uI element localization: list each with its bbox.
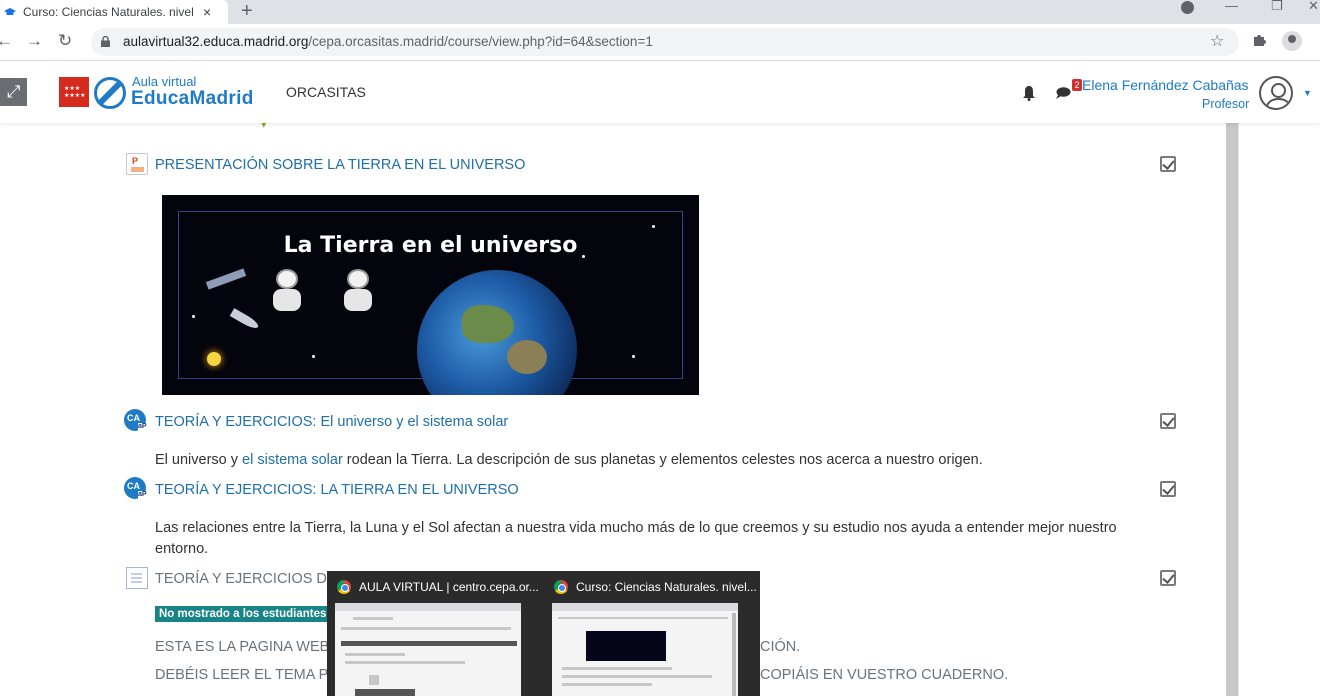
expand-icon[interactable]: ⤢ — [0, 78, 27, 106]
browser-account-icon[interactable] — [1282, 31, 1302, 51]
thumb-line — [345, 653, 405, 656]
user-name[interactable]: Elena Fernández Cabañas — [1082, 77, 1249, 93]
preview-title: AULA VIRTUAL | centro.cepa.or... — [359, 580, 539, 594]
cap-activity-icon: CA aP — [124, 477, 147, 499]
educamadrid-globe-logo — [94, 77, 126, 109]
url-host: aulavirtual32.educa.madrid.org — [123, 34, 309, 49]
desc-text: rodean la Tierra. La descripción de sus … — [342, 452, 983, 468]
completion-checkbox[interactable] — [1160, 156, 1176, 172]
browser-tab-strip: Curso: Ciencias Naturales. nivel I × + —… — [0, 0, 1320, 24]
puzzle-extensions-icon[interactable] — [1251, 32, 1267, 48]
activity-link-universo-sistema-solar[interactable]: TEORÍA Y EJERCICIOS: El universo y el si… — [155, 414, 508, 430]
astronaut-illustration — [338, 269, 378, 313]
taskbar-preview-window[interactable]: AULA VIRTUAL | centro.cepa.or... — [327, 571, 539, 696]
completion-checkbox[interactable] — [1160, 413, 1176, 429]
earth-land-mass — [507, 340, 547, 374]
logo-subtitle: Aula virtual — [132, 74, 197, 89]
thumb-bar — [335, 603, 521, 611]
preview-header: AULA VIRTUAL | centro.cepa.or... — [337, 580, 539, 594]
lock-icon — [101, 36, 110, 47]
message-count-badge: 2 — [1072, 79, 1082, 91]
banner-image-tierra-universo: La Tierra en el universo — [162, 195, 699, 395]
cap-activity-icon: CA aP — [124, 409, 147, 431]
preview-header: Curso: Ciencias Naturales. nivel... — [554, 580, 757, 594]
page-content-text: DEBÉIS LEER EL TEMA PO — [155, 667, 340, 683]
reload-button[interactable]: ↻ — [58, 32, 72, 50]
page-content-text: ESTA ES LA PAGINA WEB D — [155, 639, 344, 655]
user-menu-caret-icon[interactable]: ▼ — [1303, 88, 1312, 98]
logo-title[interactable]: EducaMadrid — [131, 88, 254, 110]
thumb-image — [586, 631, 666, 661]
preview-thumbnail — [335, 603, 521, 696]
thumb-bar — [552, 603, 738, 611]
site-name-link[interactable]: ORCASITAS — [286, 84, 366, 100]
browser-tab-active[interactable]: Curso: Ciencias Naturales. nivel I × — [0, 0, 228, 24]
thumb-line — [562, 675, 712, 678]
astronaut-illustration — [267, 269, 307, 313]
chrome-icon — [554, 580, 568, 594]
address-bar[interactable]: aulavirtual32.educa.madrid.org/cepa.orca… — [91, 28, 1239, 56]
graduation-cap-icon — [4, 8, 16, 15]
desc-text: El universo y — [155, 452, 243, 468]
activity-description: El universo y el sistema solar rodean la… — [155, 450, 983, 471]
browser-toolbar: ← → ↻ aulavirtual32.educa.madrid.org/cep… — [0, 24, 1320, 61]
activity-link-hidden[interactable]: TEORÍA Y EJERCICIOS DE L — [155, 571, 349, 587]
thumb-line — [558, 617, 728, 619]
tab-close-icon[interactable]: × — [203, 4, 211, 20]
thumb-line — [341, 627, 511, 630]
thumb-line — [353, 617, 393, 620]
user-avatar[interactable] — [1259, 76, 1293, 110]
page-scrollbar[interactable] — [1226, 123, 1238, 696]
back-button[interactable]: ← — [0, 32, 13, 50]
star-dot — [652, 225, 655, 228]
close-window-button[interactable]: ✕ — [1308, 0, 1319, 12]
thumb-line — [562, 667, 672, 670]
url-text: aulavirtual32.educa.madrid.org/cepa.orca… — [123, 34, 653, 49]
url-path: /cepa.orcasitas.madrid/course/view.php?i… — [308, 34, 653, 49]
preview-title: Curso: Ciencias Naturales. nivel... — [576, 580, 757, 594]
star-dot — [192, 315, 195, 318]
thumb-dark — [341, 641, 517, 646]
user-role: Profesor — [1202, 97, 1250, 111]
thumb-scrollbar — [732, 613, 736, 696]
right-column — [1238, 123, 1320, 696]
thumb-line — [345, 661, 465, 664]
site-header: ⤢ ★★★ ★★★★ Aula virtual EducaMadrid ORCA… — [0, 62, 1320, 123]
page-icon — [126, 567, 148, 589]
activity-link-tierra-universo[interactable]: TEORÍA Y EJERCICIOS: LA TIERRA EN EL UNI… — [155, 482, 519, 498]
bell-icon[interactable] — [1022, 85, 1036, 101]
page-content-text: COPIÁIS EN VUESTRO CUADERNO. — [760, 667, 1009, 683]
hidden-from-students-badge: No mostrado a los estudiantes — [155, 606, 331, 622]
thumb-line — [562, 683, 652, 686]
forward-button[interactable]: → — [26, 32, 43, 50]
messages-icon[interactable] — [1056, 87, 1071, 99]
tab-title: Curso: Ciencias Naturales. nivel I — [23, 5, 195, 19]
comunidad-madrid-logo[interactable]: ★★★ ★★★★ — [59, 77, 89, 107]
preview-thumbnail — [552, 603, 738, 696]
sistema-solar-link[interactable]: el sistema solar — [242, 452, 343, 468]
earth-land-mass — [462, 305, 514, 343]
chrome-icon — [337, 580, 351, 594]
star-dot — [632, 355, 635, 358]
banner-title: La Tierra en el universo — [283, 233, 578, 258]
taskbar-preview-window[interactable]: Curso: Ciencias Naturales. nivel... — [544, 571, 757, 696]
minimize-button[interactable]: — — [1225, 0, 1238, 12]
powerpoint-icon: P — [126, 153, 148, 175]
sun-illustration — [207, 352, 221, 366]
star-dot — [312, 355, 315, 358]
star-dot — [582, 255, 585, 258]
activity-link-presentation[interactable]: PRESENTACIÓN SOBRE LA TIERRA EN EL UNIVE… — [155, 157, 525, 173]
restore-button[interactable]: ❐ — [1271, 0, 1283, 12]
tab-search-icon[interactable] — [1181, 1, 1194, 14]
taskbar-preview-popup: AULA VIRTUAL | centro.cepa.or... Curso: … — [327, 571, 760, 696]
thumb-line — [369, 675, 379, 685]
page-content-text: CIÓN. — [760, 639, 801, 655]
new-tab-button[interactable]: + — [241, 0, 253, 22]
thumb-dark — [355, 689, 415, 696]
completion-checkbox[interactable] — [1160, 570, 1176, 586]
completion-checkbox[interactable] — [1160, 481, 1176, 497]
activity-description: Las relaciones entre la Tierra, la Luna … — [155, 520, 1117, 557]
bookmark-star-icon[interactable]: ☆ — [1210, 31, 1224, 51]
